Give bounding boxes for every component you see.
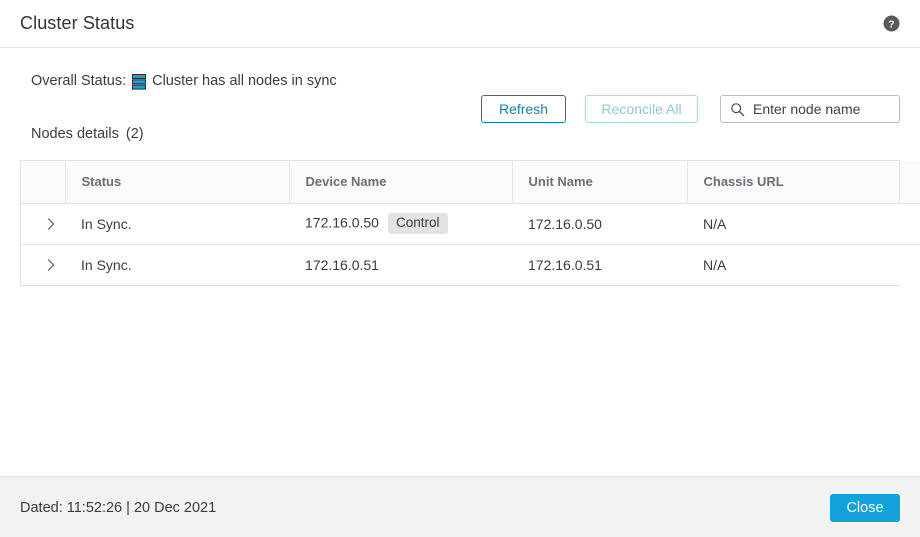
row-expand-cell[interactable] [21, 244, 65, 285]
cell-status: In Sync. [65, 244, 289, 285]
column-header-unit-name: Unit Name [512, 161, 688, 204]
dialog-titlebar: Cluster Status ? [0, 0, 920, 48]
cell-unit-name: 172.16.0.51 [512, 244, 687, 285]
dialog-footer: Dated: 11:52:26 | 20 Dec 2021 Close [0, 476, 920, 537]
cluster-stack-icon [132, 74, 147, 90]
column-header-chassis-url: Chassis URL [687, 161, 900, 204]
table-row: In Sync. 172.16.0.51 172.16.0.51 N/A [21, 244, 920, 285]
column-header-status: Status [65, 161, 290, 204]
dialog-content: Overall Status: Cluster has all nodes in… [0, 48, 920, 476]
cell-actions[interactable] [899, 244, 920, 285]
help-circle-icon[interactable]: ? [883, 15, 900, 32]
cell-device-name: 172.16.0.51 [289, 244, 512, 285]
cell-chassis-url: N/A [687, 244, 899, 285]
column-header-actions [899, 161, 920, 204]
refresh-button[interactable]: Refresh [481, 95, 566, 123]
chevron-right-icon[interactable] [43, 257, 59, 273]
device-name-text: 172.16.0.50 [305, 214, 379, 231]
overall-status-label: Overall Status: [31, 73, 127, 89]
svg-text:?: ? [888, 18, 894, 30]
status-badge: Control [387, 212, 448, 235]
nodes-details-heading: Nodes details (2) [31, 126, 144, 142]
chevron-right-icon[interactable] [43, 216, 59, 232]
table-header-row: Status Device Name Unit Name Chassis URL [21, 161, 920, 204]
search-icon [730, 102, 745, 117]
column-header-device-name: Device Name [289, 161, 513, 204]
close-button[interactable]: Close [830, 494, 900, 522]
nodes-count: (2) [125, 126, 144, 142]
page-title: Cluster Status [20, 13, 135, 33]
overall-status-row: Overall Status: Cluster has all nodes in… [31, 73, 337, 90]
footer-timestamp: Dated: 11:52:26 | 20 Dec 2021 [20, 500, 217, 516]
overall-status-text: Cluster has all nodes in sync [152, 73, 337, 89]
cell-chassis-url: N/A [687, 203, 899, 245]
nodes-details-label: Nodes details [31, 126, 119, 142]
search-input[interactable] [751, 96, 897, 122]
row-expand-cell[interactable] [21, 203, 65, 245]
cell-unit-name: 172.16.0.50 [512, 203, 687, 245]
nodes-table-container: Status Device Name Unit Name Chassis URL [20, 160, 920, 286]
table-row: In Sync. 172.16.0.50 Control 172.16.0.50 … [21, 203, 920, 245]
column-header-expand [21, 161, 66, 204]
cell-actions[interactable] [899, 203, 920, 245]
search-box[interactable] [720, 95, 900, 123]
reconcile-all-button: Reconcile All [585, 95, 698, 123]
nodes-table: Status Device Name Unit Name Chassis URL [21, 161, 920, 285]
device-name-text: 172.16.0.51 [305, 256, 379, 273]
cell-status: In Sync. [65, 203, 289, 245]
cell-device-name: 172.16.0.50 Control [289, 203, 512, 245]
